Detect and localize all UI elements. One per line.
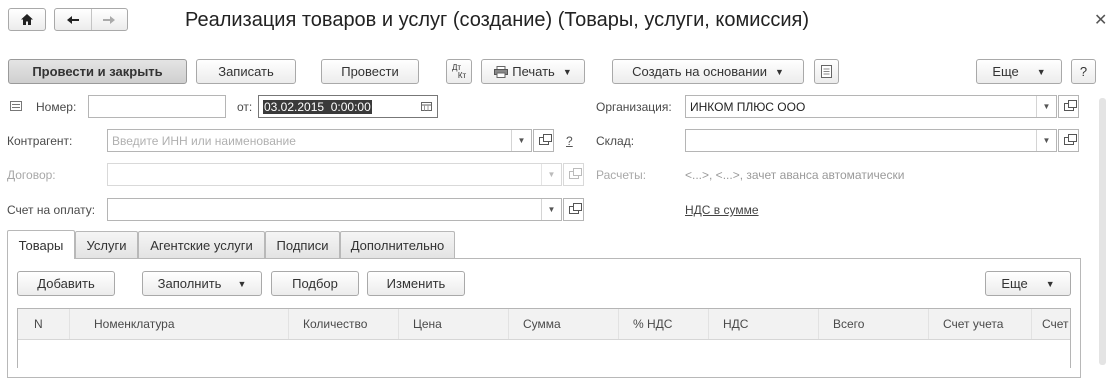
contract-field: ▼ xyxy=(107,163,562,186)
add-row-button[interactable]: Добавить xyxy=(17,271,115,296)
chevron-down-icon: ▼ xyxy=(1036,66,1046,77)
tab-agent-services[interactable]: Агентские услуги xyxy=(138,231,265,258)
column-header-sum[interactable]: Сумма xyxy=(509,309,619,339)
home-icon xyxy=(21,14,33,25)
organization-value: ИНКОМ ПЛЮС ООО xyxy=(690,99,806,114)
document-icon xyxy=(821,65,832,78)
counterparty-field[interactable]: Введите ИНН или наименование ▼ xyxy=(107,129,532,152)
more-label: Еще xyxy=(992,64,1019,79)
open-icon xyxy=(1063,99,1077,111)
pick-button[interactable]: Подбор xyxy=(271,271,359,296)
settlements-label: Расчеты: xyxy=(596,168,647,182)
organization-open-button[interactable] xyxy=(1058,95,1079,118)
calendar-icon[interactable] xyxy=(415,102,437,111)
column-header-vat-rate[interactable]: % НДС xyxy=(619,309,709,339)
chevron-down-icon[interactable]: ▼ xyxy=(511,130,531,151)
contract-open-button xyxy=(563,163,584,186)
arrow-left-icon xyxy=(66,15,79,24)
chevron-down-icon: ▼ xyxy=(541,164,561,185)
open-icon xyxy=(568,167,582,179)
save-button[interactable]: Записать xyxy=(196,59,296,84)
counterparty-help-link[interactable]: ? xyxy=(566,134,573,148)
date-field[interactable]: 03.02.2015 0:00:00 xyxy=(258,95,438,118)
kt-label: Кт xyxy=(457,70,467,80)
change-button[interactable]: Изменить xyxy=(367,271,465,296)
arrow-right-icon xyxy=(103,15,116,24)
create-based-on-button[interactable]: Создать на основании ▼ xyxy=(612,59,804,84)
print-label: Печать xyxy=(512,64,555,79)
settlements-value: <...>, <...>, зачет аванса автоматически xyxy=(685,168,905,182)
contract-label: Договор: xyxy=(7,168,56,182)
date-label: от: xyxy=(237,100,253,114)
tab-services[interactable]: Услуги xyxy=(75,231,138,258)
open-icon xyxy=(538,133,552,145)
column-header-vat[interactable]: НДС xyxy=(709,309,819,339)
chevron-down-icon: ▼ xyxy=(774,66,784,77)
open-icon xyxy=(1063,133,1077,145)
chevron-down-icon: ▼ xyxy=(1045,278,1055,289)
column-header-account[interactable]: Счет учета xyxy=(929,309,1032,339)
printer-icon xyxy=(494,65,509,78)
help-button[interactable]: ? xyxy=(1071,59,1096,84)
column-header-account-2[interactable]: Счет xyxy=(1032,309,1070,339)
fill-label: Заполнить xyxy=(157,276,222,291)
home-button[interactable] xyxy=(8,8,46,31)
tab-goods[interactable]: Товары xyxy=(7,230,75,259)
open-icon xyxy=(568,202,582,214)
tab-signatures[interactable]: Подписи xyxy=(265,231,340,258)
number-field[interactable] xyxy=(88,95,226,118)
chevron-down-icon[interactable]: ▼ xyxy=(1036,130,1056,151)
print-button[interactable]: Печать ▼ xyxy=(481,59,585,84)
invoice-open-button[interactable] xyxy=(563,198,584,221)
list-icon xyxy=(10,101,22,111)
close-icon[interactable]: ✕ xyxy=(1094,10,1107,30)
counterparty-open-button[interactable] xyxy=(533,129,554,152)
dt-kt-button[interactable]: Дт Кт xyxy=(446,59,472,84)
create-based-on-label: Создать на основании xyxy=(632,64,767,79)
window-title: Реализация товаров и услуг (создание) (Т… xyxy=(185,9,810,31)
more-button[interactable]: Еще ▼ xyxy=(976,59,1062,84)
organization-field[interactable]: ИНКОМ ПЛЮС ООО ▼ xyxy=(685,95,1057,118)
number-label: Номер: xyxy=(36,100,77,114)
chevron-down-icon[interactable]: ▼ xyxy=(541,199,561,220)
column-header-n[interactable]: N xyxy=(18,309,70,339)
vertical-scrollbar[interactable] xyxy=(1099,98,1106,365)
tab-additional[interactable]: Дополнительно xyxy=(340,231,455,258)
invoice-field[interactable]: ▼ xyxy=(107,198,562,221)
warehouse-label: Склад: xyxy=(596,134,635,148)
table-more-label: Еще xyxy=(1001,276,1028,291)
date-value: 03.02.2015 0:00:00 xyxy=(263,99,372,114)
counterparty-label: Контрагент: xyxy=(7,134,73,148)
back-button[interactable] xyxy=(55,9,92,30)
vat-in-sum-link[interactable]: НДС в сумме xyxy=(685,203,759,217)
chevron-down-icon: ▼ xyxy=(562,66,572,77)
chevron-down-icon[interactable]: ▼ xyxy=(1036,96,1056,117)
chevron-down-icon: ▼ xyxy=(237,278,247,289)
counterparty-placeholder: Введите ИНН или наименование xyxy=(112,133,296,148)
forward-button[interactable] xyxy=(92,9,128,30)
warehouse-open-button[interactable] xyxy=(1058,129,1079,152)
report-button[interactable] xyxy=(814,59,839,84)
column-header-quantity[interactable]: Количество xyxy=(289,309,399,339)
post-and-close-button[interactable]: Провести и закрыть xyxy=(8,59,187,84)
organization-label: Организация: xyxy=(596,100,672,114)
post-button[interactable]: Провести xyxy=(321,59,419,84)
table-more-button[interactable]: Еще ▼ xyxy=(985,271,1071,296)
warehouse-field[interactable]: ▼ xyxy=(685,129,1057,152)
column-header-nomenclature[interactable]: Номенклатура xyxy=(70,309,289,339)
invoice-label: Счет на оплату: xyxy=(7,203,96,217)
fill-button[interactable]: Заполнить ▼ xyxy=(142,271,262,296)
column-header-total[interactable]: Всего xyxy=(819,309,929,339)
column-header-price[interactable]: Цена xyxy=(399,309,509,339)
nav-back-forward xyxy=(54,8,128,31)
